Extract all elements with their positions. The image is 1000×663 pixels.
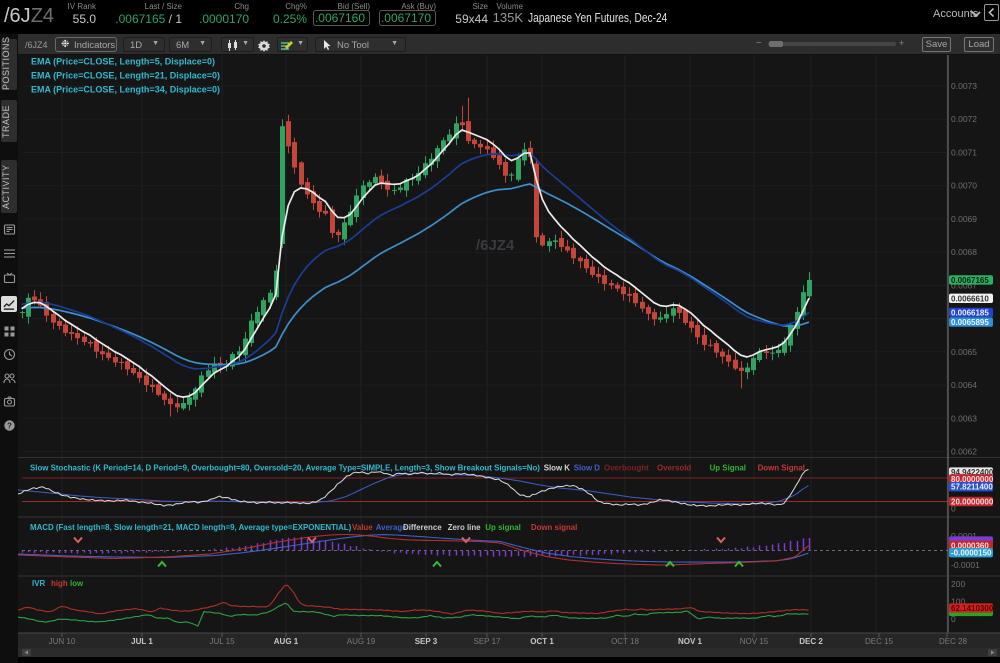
svg-text:Oversold: Oversold [657, 464, 691, 473]
svg-text:OCT 1: OCT 1 [530, 637, 554, 646]
svg-text:low: low [70, 579, 84, 588]
svg-text:Difference: Difference [403, 523, 442, 532]
svg-text:0.0065: 0.0065 [951, 347, 977, 357]
svg-text:-0.0000150: -0.0000150 [951, 549, 992, 558]
svg-text:JUN 10: JUN 10 [49, 637, 76, 646]
svg-text:Down signal: Down signal [531, 523, 577, 532]
svg-text:0.0065895: 0.0065895 [951, 318, 989, 327]
svg-text:DEC 15: DEC 15 [865, 637, 894, 646]
svg-text:JUL 1: JUL 1 [131, 637, 153, 646]
svg-text:DEC 2: DEC 2 [799, 637, 823, 646]
svg-text:NOV 15: NOV 15 [740, 637, 769, 646]
svg-text:Value: Value [352, 523, 373, 532]
svg-text:0.0068: 0.0068 [951, 247, 977, 257]
svg-text:62.1410300: 62.1410300 [951, 604, 994, 613]
svg-text:IVR: IVR [32, 579, 45, 588]
svg-text:0.0066185: 0.0066185 [951, 309, 989, 318]
svg-text:0.0073: 0.0073 [951, 81, 977, 91]
svg-text:Up signal: Up signal [485, 523, 521, 532]
svg-text:MACD (Fast length=8, Slow leng: MACD (Fast length=8, Slow length=21, MAC… [30, 523, 352, 532]
svg-text:20.0000000: 20.0000000 [951, 498, 994, 507]
svg-text:Down Signal: Down Signal [758, 464, 805, 473]
svg-text:Slow K: Slow K [544, 464, 571, 473]
svg-text:0.0071: 0.0071 [951, 148, 977, 158]
svg-text:0.0063: 0.0063 [951, 413, 977, 423]
svg-text:DEC 28: DEC 28 [939, 637, 968, 646]
svg-text:0.0067165: 0.0067165 [951, 276, 989, 285]
svg-text:NOV 1: NOV 1 [678, 637, 703, 646]
svg-text:-0.0001: -0.0001 [951, 560, 980, 570]
svg-text:Slow Stochastic (K Period=14,: Slow Stochastic (K Period=14, D Period=9… [30, 464, 540, 473]
svg-text:0.0070: 0.0070 [951, 181, 977, 191]
svg-text:0.0062: 0.0062 [951, 447, 977, 457]
svg-text:high: high [51, 579, 68, 588]
svg-text:SEP 17: SEP 17 [474, 637, 502, 646]
svg-text:57.8211400: 57.8211400 [951, 483, 993, 492]
svg-text:Overbought: Overbought [604, 464, 649, 473]
svg-text:Slow D: Slow D [574, 464, 601, 473]
svg-text:200: 200 [951, 579, 965, 589]
svg-text:0.0072: 0.0072 [951, 114, 977, 124]
svg-text:Up Signal: Up Signal [710, 464, 746, 473]
svg-text:EMA (Price=CLOSE, Length=5, Di: EMA (Price=CLOSE, Length=5, Displace=0) [31, 57, 215, 67]
svg-text:?: ? [7, 421, 12, 430]
svg-text:AUG 1: AUG 1 [274, 637, 299, 646]
svg-text:/6JZ4: /6JZ4 [476, 237, 515, 254]
svg-text:SEP 3: SEP 3 [415, 637, 438, 646]
svg-text:0.0069: 0.0069 [951, 214, 977, 224]
svg-text:EMA (Price=CLOSE, Length=34, D: EMA (Price=CLOSE, Length=34, Displace=0) [31, 85, 220, 95]
svg-text:0.0064: 0.0064 [951, 380, 977, 390]
svg-text:OCT 18: OCT 18 [611, 637, 639, 646]
svg-text:EMA (Price=CLOSE, Length=21, D: EMA (Price=CLOSE, Length=21, Displace=0) [31, 71, 220, 81]
svg-text:JUL 15: JUL 15 [209, 637, 235, 646]
svg-text:AUG 19: AUG 19 [347, 637, 376, 646]
svg-text:Zero line: Zero line [448, 523, 481, 532]
svg-text:0.0066610: 0.0066610 [951, 294, 989, 303]
